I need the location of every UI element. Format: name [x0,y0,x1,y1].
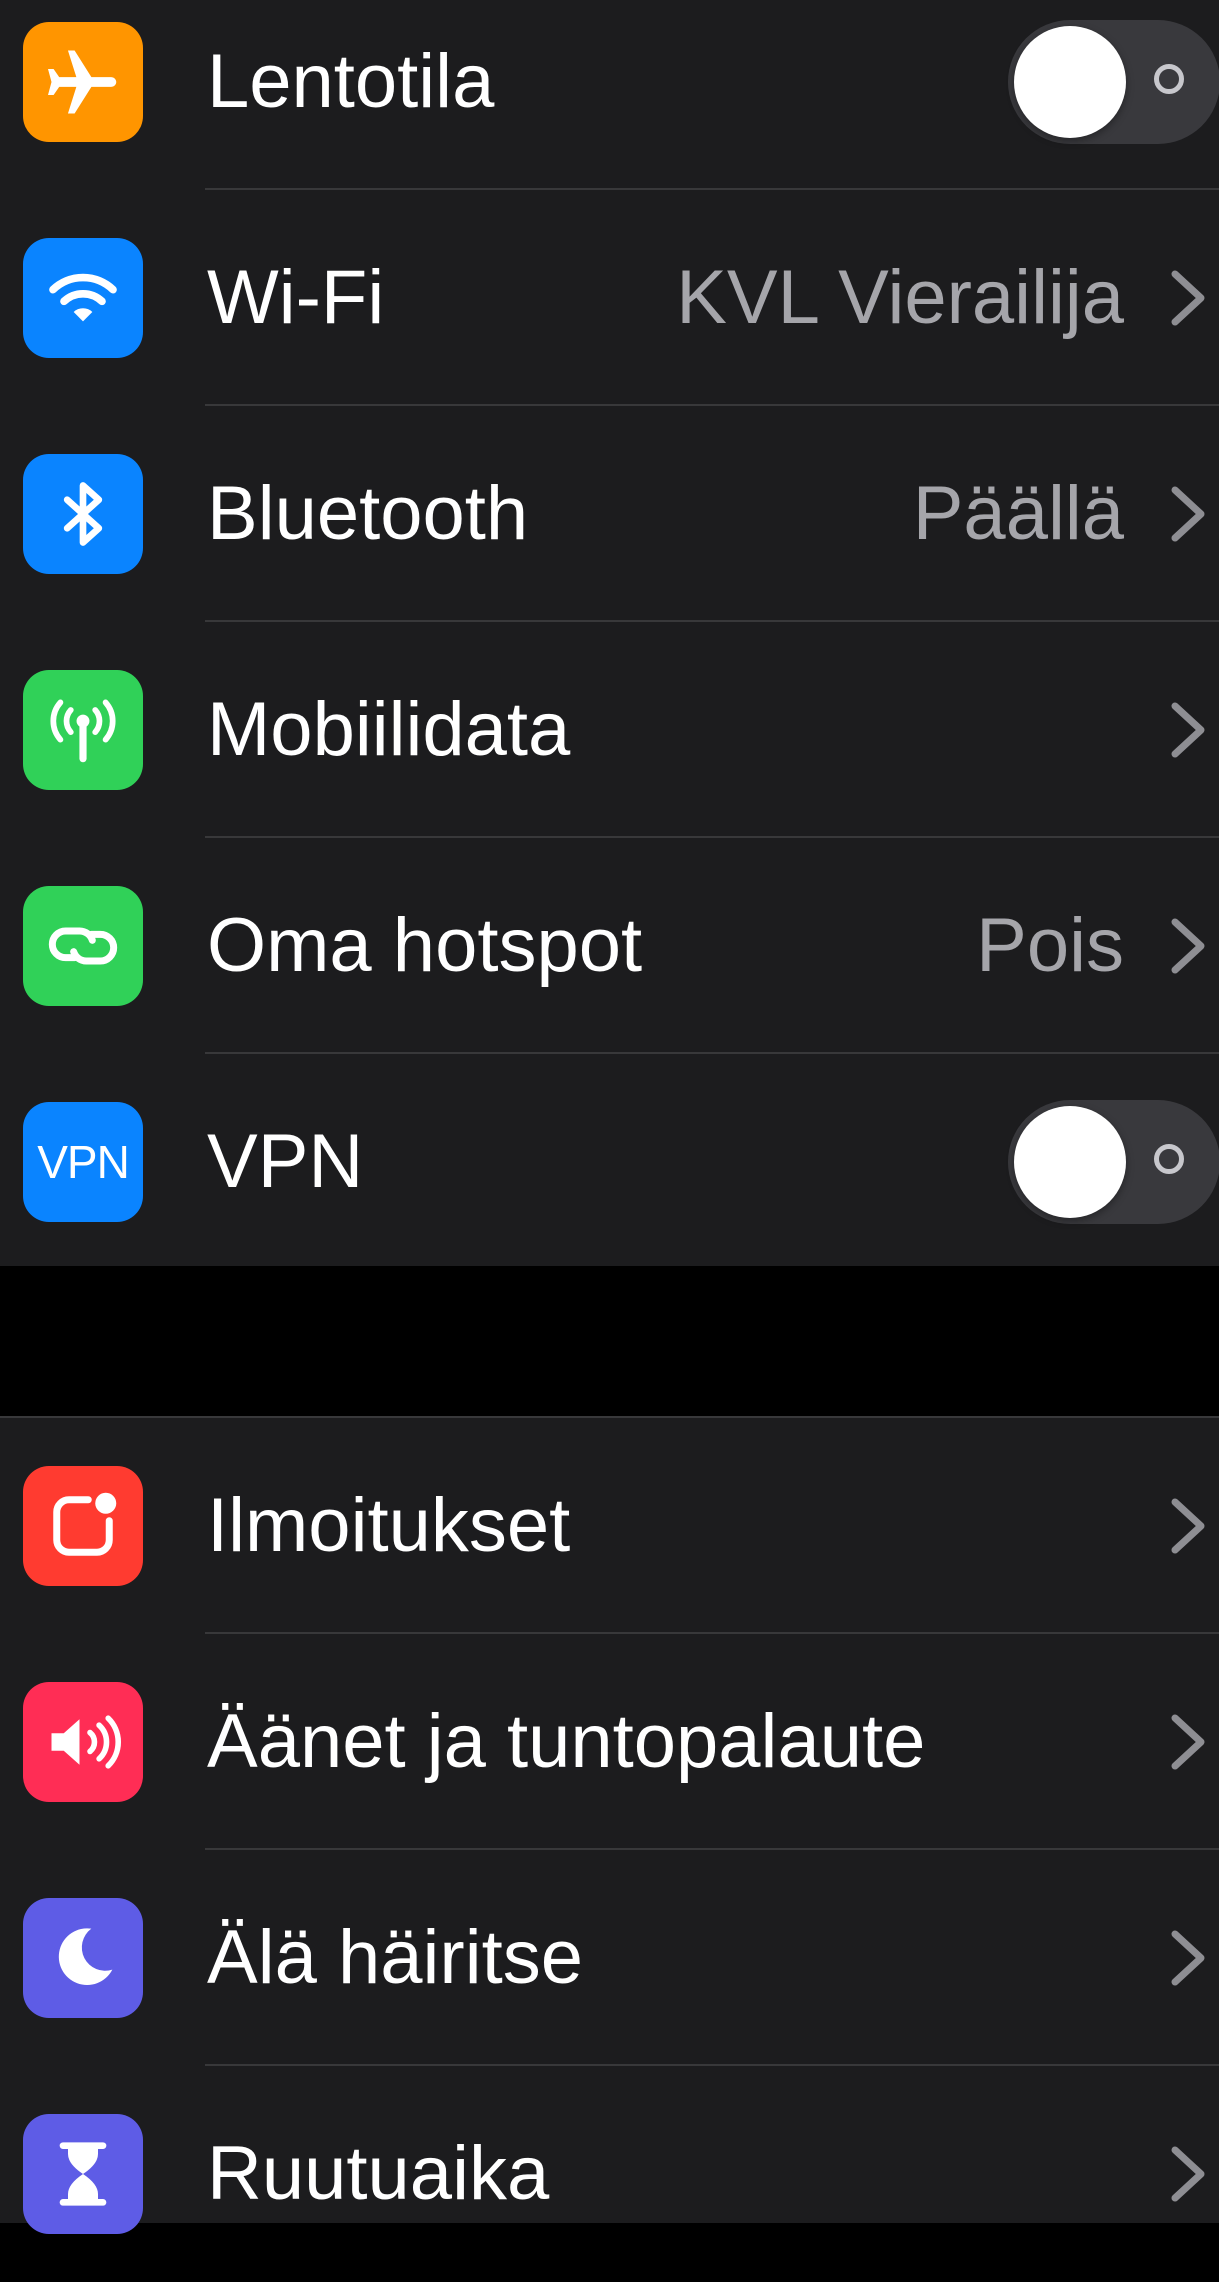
airplane-icon [23,22,143,142]
row-label: VPN [207,1119,364,1204]
chevron-right-icon [1171,918,1205,974]
settings-row-airplane-mode[interactable]: Lentotila [0,0,1219,190]
bluetooth-icon [23,454,143,574]
chevron-right-icon [1171,2146,1205,2202]
wifi-icon [23,238,143,358]
hourglass-icon [23,2114,143,2234]
toggle-knob [1014,1106,1126,1218]
hotspot-icon [23,886,143,1006]
settings-group-notifications: Ilmoitukset Äänet ja tuntopalaute Älä hä… [0,1416,1219,2234]
moon-icon [23,1898,143,2018]
row-label: Wi-Fi [207,255,385,340]
toggle-off-indicator-icon [1154,64,1184,94]
row-label: Bluetooth [207,471,529,556]
speaker-icon [23,1682,143,1802]
chevron-right-icon [1171,702,1205,758]
settings-row-sounds-haptics[interactable]: Äänet ja tuntopalaute [0,1634,1219,1850]
row-label: Ruutuaika [207,2131,550,2216]
hotspot-status-value: Pois [976,903,1124,988]
settings-row-bluetooth[interactable]: Bluetooth Päällä [0,406,1219,622]
vpn-toggle[interactable] [1008,1100,1219,1224]
settings-row-wifi[interactable]: Wi-Fi KVL Vierailija [0,190,1219,406]
airplane-mode-toggle[interactable] [1008,20,1219,144]
chevron-right-icon [1171,1498,1205,1554]
settings-group-connectivity: Lentotila Wi-Fi KVL Vierailija Bluetooth… [0,0,1219,1266]
row-label: Äänet ja tuntopalaute [207,1699,926,1784]
notifications-icon [23,1466,143,1586]
row-label: Älä häiritse [207,1915,583,2000]
bluetooth-status-value: Päällä [912,471,1124,556]
vpn-icon: VPN [23,1102,143,1222]
settings-row-vpn[interactable]: VPN VPN [0,1054,1219,1270]
settings-row-mobile-data[interactable]: Mobiilidata [0,622,1219,838]
toggle-off-indicator-icon [1154,1144,1184,1174]
row-label: Lentotila [207,39,495,124]
antenna-icon [23,670,143,790]
chevron-right-icon [1171,486,1205,542]
chevron-right-icon [1171,1714,1205,1770]
settings-row-do-not-disturb[interactable]: Älä häiritse [0,1850,1219,2066]
chevron-right-icon [1171,1930,1205,1986]
row-label: Mobiilidata [207,687,571,772]
row-label: Ilmoitukset [207,1483,571,1568]
toggle-knob [1014,26,1126,138]
chevron-right-icon [1171,270,1205,326]
settings-row-screen-time[interactable]: Ruutuaika [0,2066,1219,2282]
settings-row-personal-hotspot[interactable]: Oma hotspot Pois [0,838,1219,1054]
vpn-icon-text: VPN [37,1136,130,1188]
row-label: Oma hotspot [207,903,643,988]
settings-row-notifications[interactable]: Ilmoitukset [0,1418,1219,1634]
wifi-network-value: KVL Vierailija [676,255,1124,340]
